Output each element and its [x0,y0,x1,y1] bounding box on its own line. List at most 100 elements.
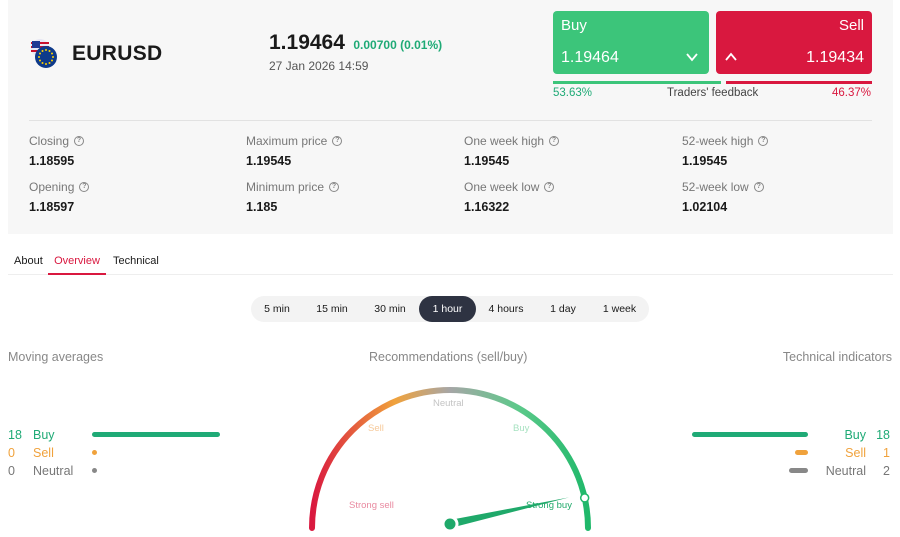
stat-opening: Opening? 1.18597 [29,180,90,214]
instrument-page: EURUSD 1.19464 0.00700 (0.01%) 27 Jan 20… [0,0,900,537]
buy-price: 1.19464 [561,49,619,66]
symbol-block: EURUSD [28,38,162,70]
ma-buy-count: 18 [8,428,22,442]
ti-buy-row: Buy 18 [800,428,890,442]
ti-buy-bar [692,432,808,437]
stat-52-week-low: 52-week low? 1.02104 [682,180,764,214]
info-icon[interactable]: ? [329,182,340,192]
timeframe-30-min[interactable]: 30 min [361,296,419,322]
current-price: 1.19464 [269,31,345,54]
stat-min-price-value: 1.185 [246,200,278,214]
timeframe-5-min[interactable]: 5 min [251,296,303,322]
stat-week-low-label: One week low [464,180,540,194]
recommendation-gauge: Strong sell Sell Neutral Buy Strong buy [309,387,591,533]
ti-neutral-row: Neutral 2 [800,464,890,478]
info-icon[interactable]: ? [74,136,85,146]
stat-52-week-high-label: 52-week high [682,134,754,148]
timeframe-4-hours[interactable]: 4 hours [476,296,536,322]
ma-buy-label: Buy [33,428,55,442]
stat-closing: Closing? 1.18595 [29,134,85,168]
chevron-up-icon [725,52,737,61]
technical-indicators-title: Technical indicators [782,350,892,364]
ma-sell-label: Sell [33,446,54,460]
stat-52-week-high-value: 1.19545 [682,154,728,168]
traders-feedback-label: Traders' feedback [667,87,759,99]
ma-sell-row: 0 Sell [8,446,54,460]
stat-52-week-high: 52-week high? 1.19545 [682,134,769,168]
stat-closing-value: 1.18595 [29,154,75,168]
sell-button-label: Sell [838,17,864,34]
gauge-label-sell: Sell [368,423,384,434]
ti-sell-count: 1 [883,446,890,460]
buy-button-label: Buy [561,17,587,34]
ma-neutral-label: Neutral [33,464,74,478]
symbol-name: EURUSD [72,42,163,65]
stat-max-price: Maximum price? 1.19545 [246,134,343,168]
gauge-needle-hub [441,515,459,533]
ti-neutral-count: 2 [883,464,890,478]
timeframe-1-day[interactable]: 1 day [536,296,590,322]
stat-52-week-low-value: 1.02104 [682,200,728,214]
info-icon[interactable]: ? [758,136,769,146]
stat-week-high: One week high? 1.19545 [464,134,560,168]
section-tabs: About Overview Technical [8,250,893,275]
gauge-label-neutral: Neutral [433,398,464,409]
ma-neutral-count: 0 [8,464,15,478]
ma-neutral-row: 0 Neutral [8,464,73,478]
ti-buy-label: Buy [844,428,866,442]
info-icon[interactable]: ? [549,136,560,146]
ma-buy-bar [92,432,220,437]
ti-sell-label: Sell [845,446,866,460]
stat-week-high-value: 1.19545 [464,154,510,168]
stat-week-low-value: 1.16322 [464,200,510,214]
ma-sell-count: 0 [8,446,15,460]
ma-neutral-bar [92,468,97,473]
stat-max-price-label: Maximum price [246,134,328,148]
stat-max-price-value: 1.19545 [246,154,292,168]
timeframe-1-hour[interactable]: 1 hour [419,296,476,322]
feedback-buy-percent: 53.63% [553,87,593,99]
info-icon[interactable]: ? [79,182,90,192]
recommendations-title: Recommendations (sell/buy) [369,350,528,364]
tab-technical[interactable]: Technical [113,255,159,273]
sell-price: 1.19434 [806,49,864,66]
tab-about[interactable]: About [14,255,43,273]
eur-usd-flag-icon [28,38,60,70]
stat-52-week-low-label: 52-week low [682,180,749,194]
info-icon[interactable]: ? [544,182,555,192]
ti-buy-count: 18 [876,428,890,442]
timeframe-15-min[interactable]: 15 min [303,296,361,322]
gauge-value-marker [579,493,590,503]
price-timestamp: 27 Jan 2026 14:59 [269,59,369,73]
timeframe-1-week[interactable]: 1 week [590,296,649,322]
info-icon[interactable]: ? [753,182,764,192]
sell-button[interactable]: Sell 1.19434 [716,11,872,74]
chevron-down-icon [686,53,698,62]
buy-button[interactable]: Buy 1.19464 [553,11,709,74]
price-block: 1.19464 0.00700 (0.01%) 27 Jan 2026 14:5… [269,31,442,73]
feedback-buy-bar [553,81,721,84]
timeframe-selector: 5 min 15 min 30 min 1 hour 4 hours 1 day… [251,296,649,322]
stat-min-price-label: Minimum price [246,180,325,194]
ti-neutral-label: Neutral [825,464,866,478]
info-icon[interactable]: ? [332,136,343,146]
tab-overview[interactable]: Overview [48,255,106,275]
price-change: 0.00700 (0.01%) [353,38,443,52]
instrument-header-card: EURUSD 1.19464 0.00700 (0.01%) 27 Jan 20… [8,0,893,234]
gauge-needle [449,497,570,528]
stat-week-low: One week low? 1.16322 [464,180,555,214]
moving-averages-title: Moving averages [8,350,104,364]
feedback-sell-bar [726,81,872,84]
stat-opening-label: Opening [29,180,75,194]
stat-closing-label: Closing [29,134,70,148]
stat-week-high-label: One week high [464,134,545,148]
ti-sell-row: Sell 1 [800,446,890,460]
feedback-sell-percent: 46.37% [831,87,871,99]
gauge-label-strong-sell: Strong sell [349,500,394,511]
ma-buy-row: 18 Buy [8,428,55,442]
gauge-label-buy: Buy [513,423,530,434]
header-divider [29,120,872,121]
stat-opening-value: 1.18597 [29,200,75,214]
ma-sell-bar [92,450,97,455]
stat-min-price: Minimum price? 1.185 [246,180,340,214]
